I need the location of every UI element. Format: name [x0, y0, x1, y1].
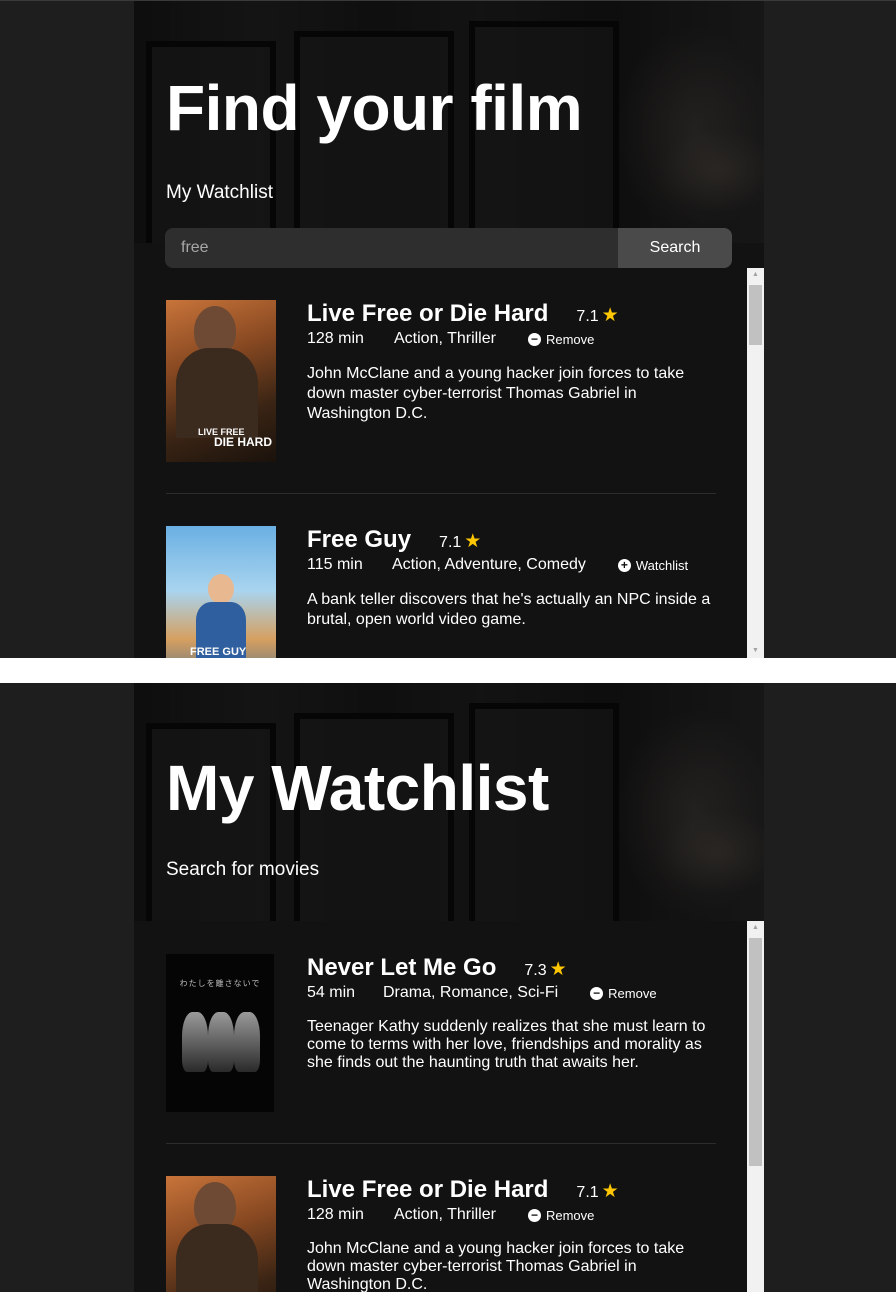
movie-runtime: 128 min	[307, 330, 364, 347]
movie-meta: 128 min Action, Thriller − Remove	[307, 1206, 717, 1224]
poster-figure	[176, 348, 258, 438]
movie-genre: Drama, Romance, Sci-Fi	[383, 984, 559, 1001]
movie-plot: John McClane and a young hacker join for…	[307, 1240, 685, 1292]
star-icon: ★	[601, 305, 619, 326]
watchlist-nav-link[interactable]: My Watchlist	[166, 182, 273, 204]
movie-title: Live Free or Die Hard	[307, 300, 549, 327]
divider	[166, 1143, 716, 1144]
movie-title-row: Free Guy 7.1 ★	[307, 526, 717, 554]
plus-circle-icon: +	[617, 558, 631, 572]
poster-title: わたしを離さないで	[179, 979, 261, 988]
poster-figure	[208, 574, 234, 604]
scroll-down-icon[interactable]: ▼	[747, 644, 764, 658]
minus-circle-icon: −	[527, 1208, 541, 1222]
minus-circle-icon: −	[527, 332, 541, 346]
scrollbar-thumb[interactable]	[749, 938, 762, 1166]
watchlist-page-screenshot: My Watchlist Search for movies わたしを離さないで…	[0, 683, 896, 1292]
movie-runtime: 115 min	[307, 556, 363, 573]
search-page-screenshot: Find your film My Watchlist Search LIVE …	[0, 0, 896, 658]
movie-meta: 54 min Drama, Romance, Sci-Fi − Remove	[307, 984, 717, 1002]
poster-figure	[182, 1012, 208, 1072]
search-input[interactable]	[165, 228, 618, 268]
movie-genre: Action, Thriller	[394, 330, 496, 347]
scrollbar[interactable]: ▲ ▼	[747, 268, 764, 658]
movie-poster: FREE GUY	[166, 526, 276, 658]
poster-title: FREE GUY	[190, 646, 247, 658]
poster-figure	[234, 1012, 260, 1072]
search-bar: Search	[165, 228, 732, 268]
page-title: My Watchlist	[166, 752, 549, 824]
movie-plot: Teenager Kathy suddenly realizes that sh…	[307, 1018, 706, 1071]
movie-title: Live Free or Die Hard	[307, 1176, 549, 1203]
search-nav-link[interactable]: Search for movies	[166, 859, 319, 881]
poster-title: DIE HARD	[214, 435, 273, 449]
star-icon: ★	[464, 531, 482, 552]
hero-header: My Watchlist Search for movies	[134, 683, 764, 921]
remove-from-watchlist-button[interactable]: − Remove	[527, 331, 595, 347]
movie-title-row: Live Free or Die Hard 7.1 ★	[307, 1176, 717, 1204]
movie-rating: 7.1	[439, 534, 462, 551]
scroll-up-icon[interactable]: ▲	[747, 921, 764, 935]
scroll-up-icon[interactable]: ▲	[747, 268, 764, 282]
poster-figure	[208, 1012, 234, 1072]
movie-meta: 115 min Action, Adventure, Comedy + Watc…	[307, 556, 717, 574]
action-label: Remove	[545, 1207, 595, 1223]
movie-title: Free Guy	[307, 526, 412, 553]
movie-runtime: 128 min	[307, 1206, 364, 1223]
movie-info: Free Guy 7.1 ★ 115 min Action, Adventure…	[307, 526, 717, 630]
action-label: Remove	[545, 331, 595, 347]
action-label: Watchlist	[635, 557, 689, 573]
results-list[interactable]: LIVE FREE DIE HARD Live Free or Die Hard…	[134, 268, 764, 658]
movie-plot: John McClane and a young hacker join for…	[307, 365, 685, 422]
movie-meta: 128 min Action, Thriller − Remove	[307, 330, 717, 348]
star-icon: ★	[601, 1181, 619, 1202]
movie-rating: 7.1	[576, 308, 599, 325]
action-label: Remove	[608, 985, 657, 1001]
hero-header: Find your film My Watchlist	[134, 1, 764, 243]
add-to-watchlist-button[interactable]: + Watchlist	[617, 557, 689, 573]
movie-runtime: 54 min	[307, 984, 356, 1001]
movie-info: Live Free or Die Hard 7.1 ★ 128 min Acti…	[307, 300, 717, 424]
movie-poster	[166, 1176, 276, 1292]
scrollbar[interactable]: ▲	[747, 921, 764, 1292]
scrollbar-thumb[interactable]	[749, 285, 762, 345]
page-title: Find your film	[166, 72, 583, 144]
divider	[166, 493, 716, 494]
movie-title-row: Live Free or Die Hard 7.1 ★	[307, 300, 717, 328]
movie-title-row: Never Let Me Go 7.3 ★	[307, 954, 717, 982]
minus-circle-icon: −	[590, 986, 604, 1000]
remove-from-watchlist-button[interactable]: − Remove	[590, 985, 657, 1001]
watchlist-list[interactable]: わたしを離さないで Never Let Me Go 7.3 ★ 54 min D…	[134, 921, 764, 1292]
poster-figure	[176, 1224, 258, 1292]
movie-info: Never Let Me Go 7.3 ★ 54 min Drama, Roma…	[307, 954, 717, 1072]
movie-plot: A bank teller discovers that he's actual…	[307, 591, 711, 628]
movie-rating: 7.1	[576, 1184, 599, 1201]
remove-from-watchlist-button[interactable]: − Remove	[527, 1207, 595, 1223]
movie-genre: Action, Thriller	[394, 1206, 496, 1223]
movie-title: Never Let Me Go	[307, 954, 497, 981]
star-icon: ★	[549, 959, 567, 980]
movie-rating: 7.3	[524, 962, 547, 979]
app-container: My Watchlist Search for movies わたしを離さないで…	[134, 683, 764, 1292]
movie-genre: Action, Adventure, Comedy	[392, 556, 586, 573]
app-container: Find your film My Watchlist Search LIVE …	[134, 1, 764, 658]
movie-info: Live Free or Die Hard 7.1 ★ 128 min Acti…	[307, 1176, 717, 1292]
search-button[interactable]: Search	[618, 228, 732, 268]
movie-poster: わたしを離さないで	[166, 954, 274, 1112]
movie-poster: LIVE FREE DIE HARD	[166, 300, 276, 462]
